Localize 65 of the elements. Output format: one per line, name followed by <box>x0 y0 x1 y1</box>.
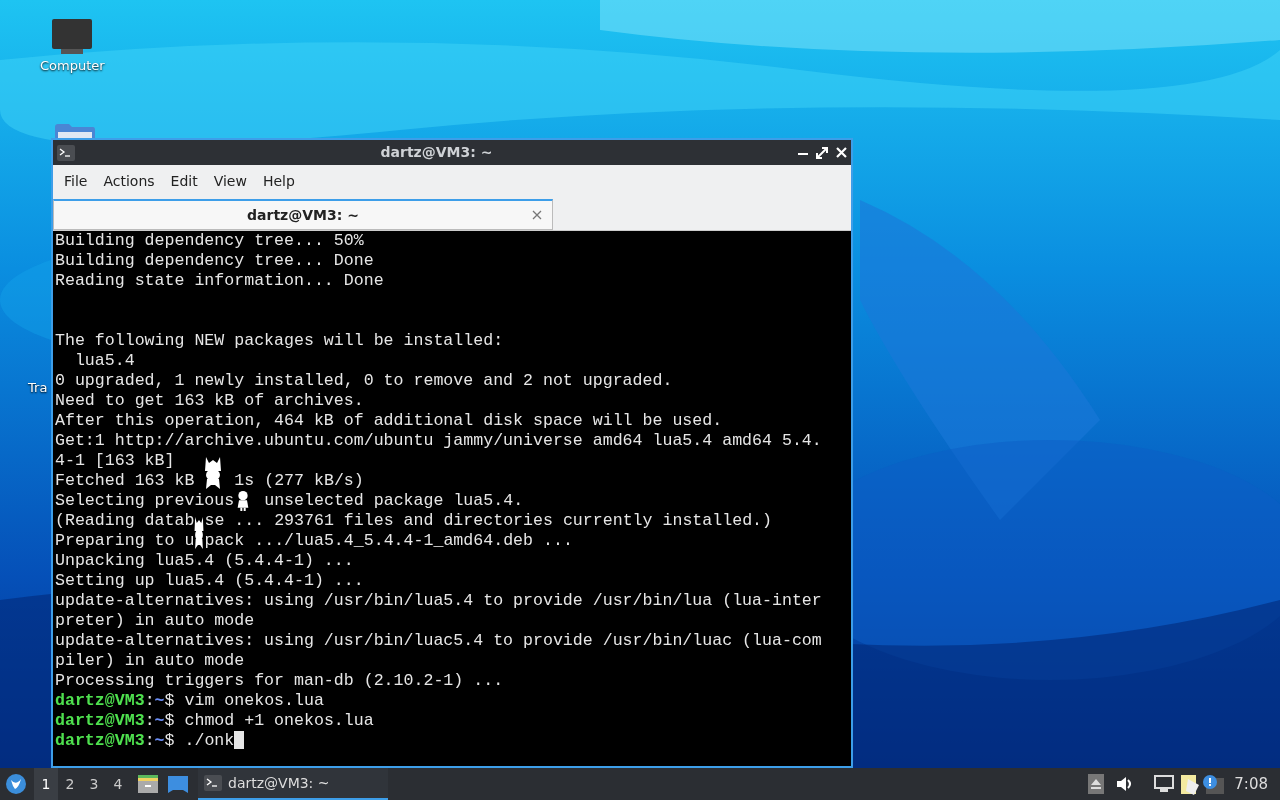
terminal-line: Unpacking lua5.4 (5.4.4-1) ... <box>55 551 354 571</box>
command-text: $ vim onekos.lua <box>164 691 324 711</box>
prompt-user: dartz@VM3 <box>55 731 145 751</box>
terminal-line: Building dependency tree... 50% <box>55 231 364 251</box>
prompt-path: ~ <box>154 731 165 751</box>
terminal-line: update-alternatives: using /usr/bin/lua5.4 to provide /usr/bin/lua (lua-inter <box>55 591 822 611</box>
terminal-text: (Reading datab <box>55 511 195 531</box>
terminal-icon <box>57 144 75 161</box>
prompt-user: dartz@VM3 <box>55 711 145 731</box>
terminal-text: se ... 293761 files and directories currently installed.) <box>204 511 773 531</box>
folder-icon[interactable] <box>55 124 95 138</box>
terminal-line: preter) in auto mode <box>55 611 255 631</box>
terminal-text: Preparing to u <box>55 531 195 551</box>
terminal-line: Need to get 163 kB of archives. <box>55 391 364 411</box>
maximize-icon[interactable] <box>816 146 828 159</box>
terminal-text: unselected package lua5.4. <box>263 491 524 511</box>
prompt-user: dartz@VM3 <box>55 691 145 711</box>
eject-icon[interactable] <box>1088 774 1105 794</box>
terminal-line: Processing triggers for man-db (2.10.2-1) ... <box>55 671 504 691</box>
show-desktop-icon[interactable] <box>168 775 188 793</box>
clipboard-icon[interactable] <box>1180 773 1201 795</box>
notification-icon[interactable] <box>1202 774 1225 794</box>
terminal-line: 4-1 [163 kB] <box>55 451 175 471</box>
icon-label: Tra <box>28 379 48 397</box>
terminal-line: Get:1 http://archive.ubuntu.com/ubuntu jammy/universe amd64 lua5.4 amd64 5.4. <box>55 431 822 451</box>
menu-item[interactable]: Actions <box>95 167 163 196</box>
prompt-path: ~ <box>154 711 165 731</box>
clock[interactable]: 7:08 <box>1234 772 1268 796</box>
cat-sprite-drawing <box>194 517 205 549</box>
command-text: $ ./onk <box>164 731 235 751</box>
terminal-text: 1s (277 kB/s) <box>233 471 364 491</box>
terminal-text: Selecting previous <box>55 491 235 511</box>
terminal-line: 0 upgraded, 1 newly installed, 0 to remove and 2 not upgraded. <box>55 371 673 391</box>
terminal-line: After this operation, 464 kB of additional disk space will be used. <box>55 411 723 431</box>
terminal-line: Building dependency tree... Done <box>55 251 374 271</box>
workspace-button[interactable]: 2 <box>58 768 82 800</box>
command-text: $ chmod +1 onekos.lua <box>164 711 374 731</box>
terminal-line: Reading state information... Done <box>55 271 384 291</box>
menu-item[interactable]: Edit <box>162 167 206 196</box>
menu-item[interactable]: Help <box>254 167 303 196</box>
window-title: dartz@VM3: ~ <box>379 143 494 162</box>
terminal-line: The following NEW packages will be installed: <box>55 331 504 351</box>
terminal-tab[interactable]: dartz@VM3: ~ <box>53 199 553 230</box>
workspace-button[interactable]: 4 <box>106 768 130 800</box>
network-icon[interactable] <box>1154 775 1175 793</box>
taskbar-window-button[interactable]: dartz@VM3: ~ <box>198 768 388 800</box>
terminal-line: update-alternatives: using /usr/bin/luac5.4 to provide /usr/bin/luac (lua-com <box>55 631 822 651</box>
cat-sprite-drawing <box>204 457 223 489</box>
workspace-button[interactable]: 3 <box>82 768 106 800</box>
prompt-separator: : <box>144 731 155 751</box>
workspace-button[interactable]: 1 <box>34 768 58 800</box>
computer-icon[interactable] <box>51 18 94 56</box>
terminal-text: pack .../lua5.4_5.4.4-1_amd64.deb ... <box>204 531 573 551</box>
start-menu-icon[interactable] <box>6 774 26 794</box>
prompt-separator: : <box>144 691 155 711</box>
terminal-text: Fetched 163 kB <box>55 471 196 491</box>
prompt-path: ~ <box>154 691 165 711</box>
terminal-line: Setting up lua5.4 (5.4.4-1) ... <box>55 571 364 591</box>
menu-item[interactable]: View <box>205 167 255 196</box>
menu-item[interactable]: File <box>56 167 96 196</box>
prompt-separator: : <box>144 711 155 731</box>
terminal-line: lua5.4 <box>73 351 135 371</box>
terminal-line: piler) in auto mode <box>55 651 245 671</box>
icon-label: Computer <box>40 57 105 75</box>
terminal-icon <box>204 775 222 791</box>
